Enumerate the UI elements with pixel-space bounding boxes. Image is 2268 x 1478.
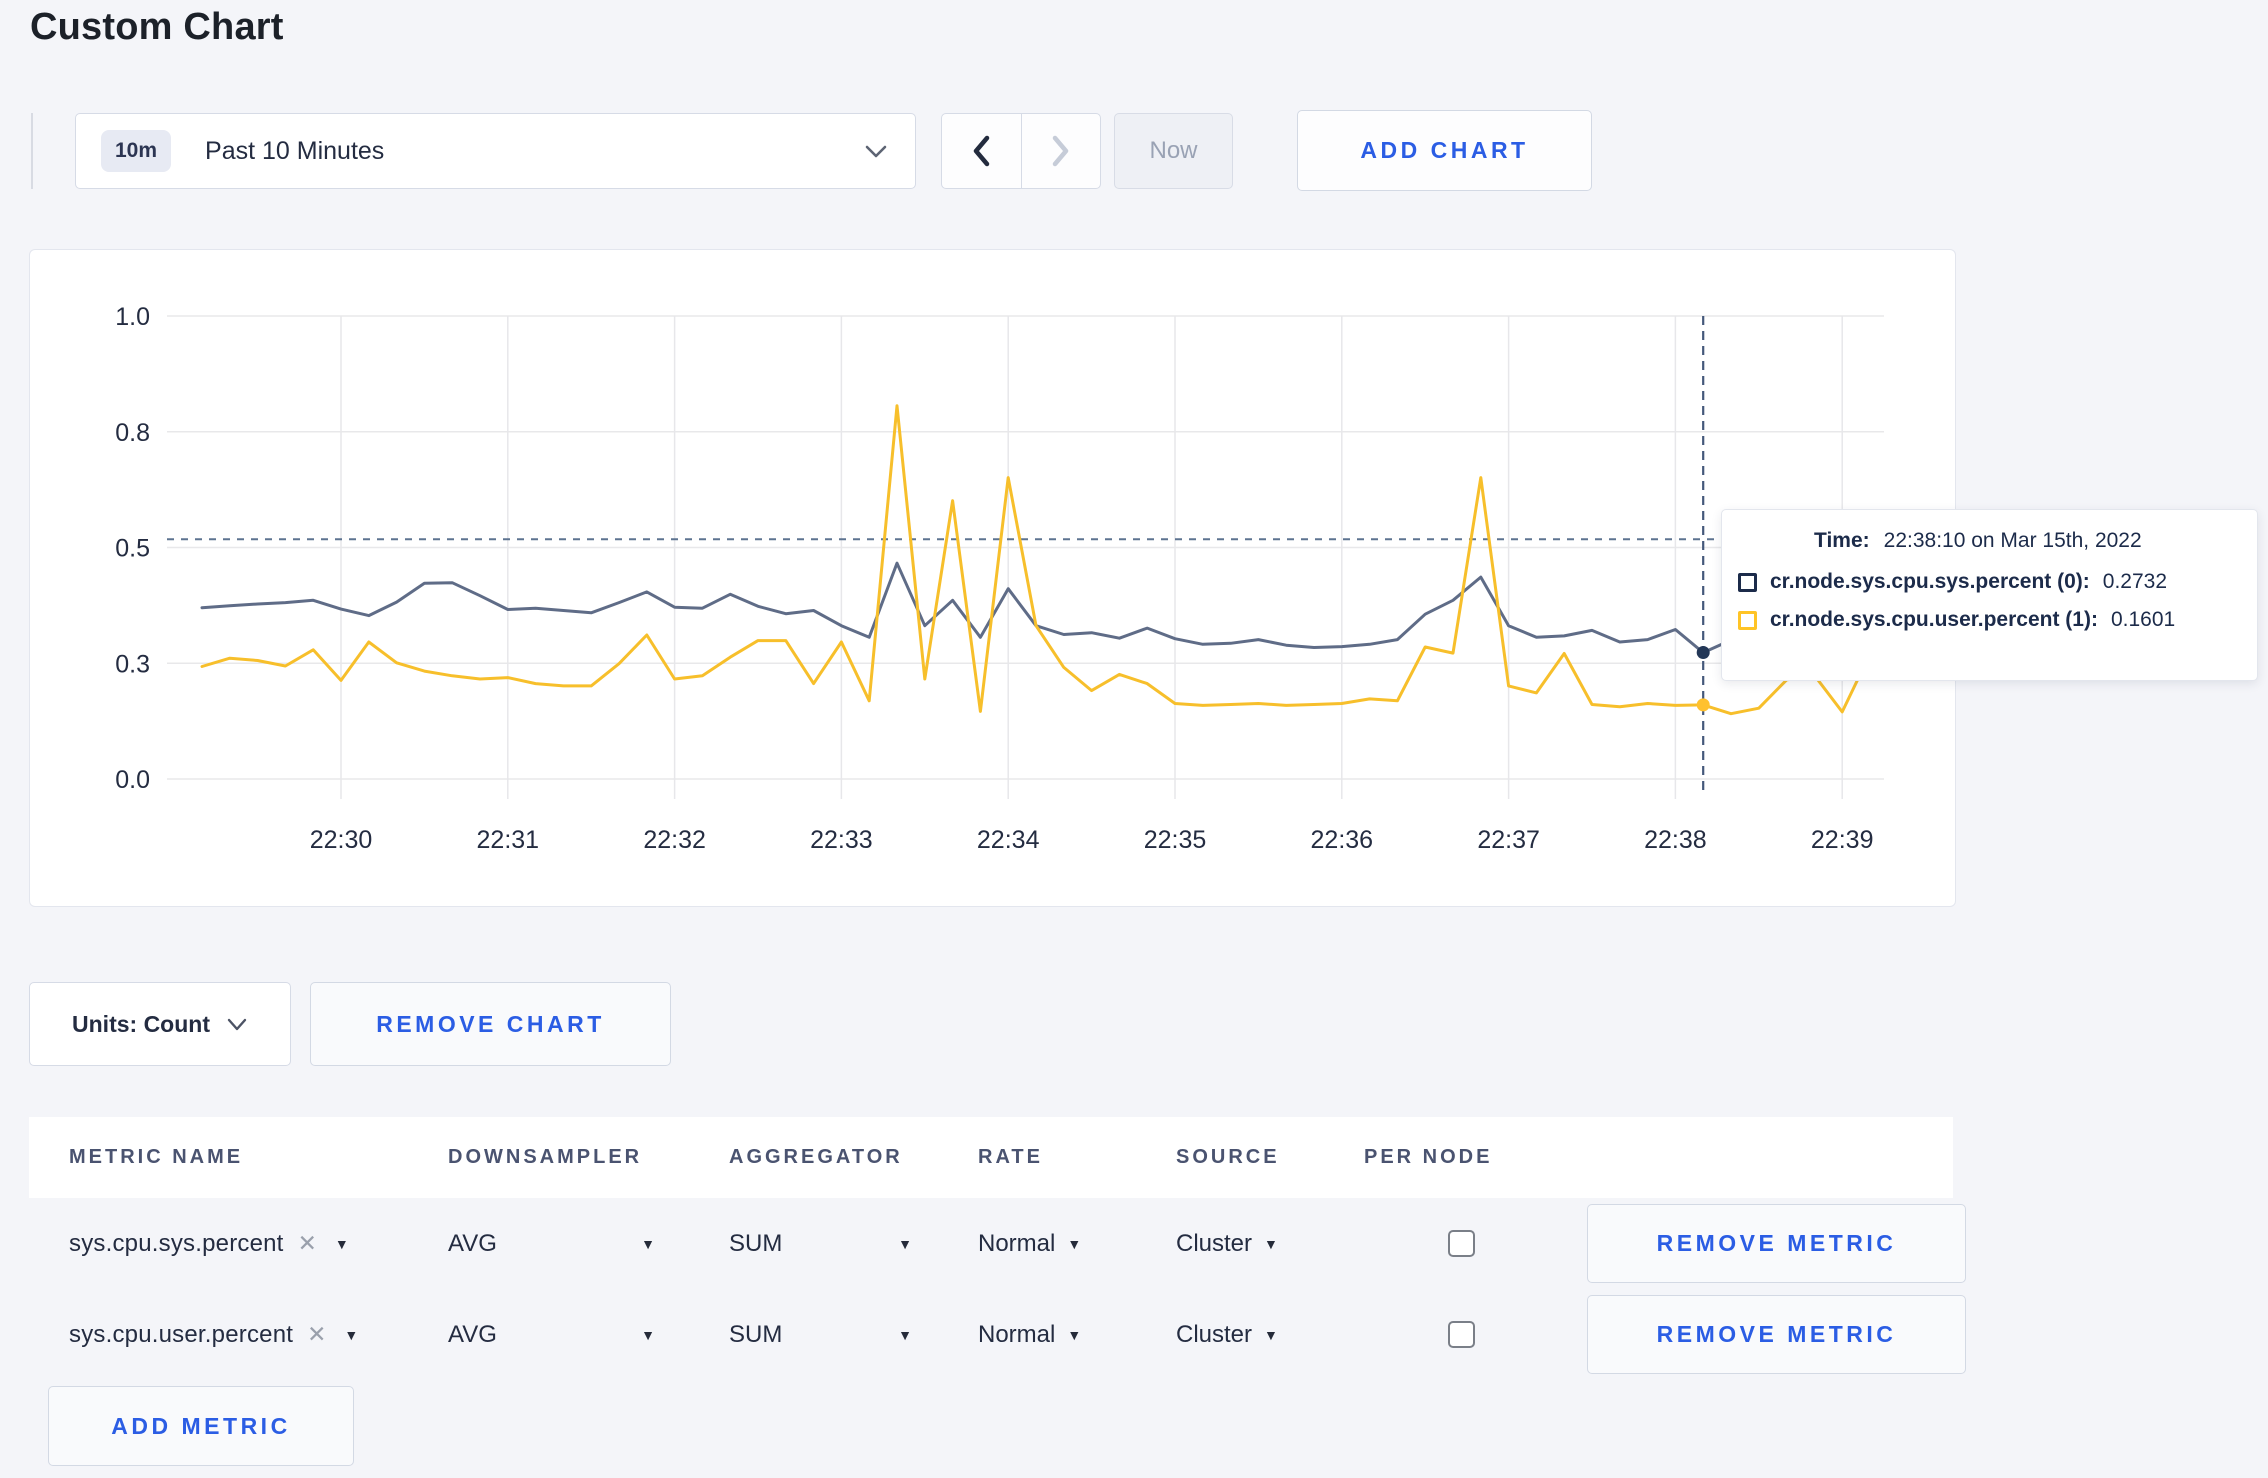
- column-header-per-node: PER NODE: [1364, 1146, 1493, 1168]
- time-backward-button[interactable]: [942, 114, 1021, 188]
- caret-down-icon: ▼: [344, 1326, 359, 1343]
- rate-value: Normal: [978, 1229, 1056, 1257]
- series-swatch-sys: [1738, 572, 1757, 592]
- tooltip-series-row: cr.node.sys.cpu.user.percent (1): 0.1601: [1738, 608, 2237, 632]
- toolbar-divider: [31, 113, 33, 189]
- x-axis-tick: 22:31: [477, 826, 540, 854]
- series-line-user: [200, 404, 1872, 716]
- units-selector[interactable]: Units: Count: [29, 982, 291, 1066]
- aggregator-select[interactable]: SUM ▼: [729, 1321, 912, 1349]
- x-axis-tick: 22:34: [977, 826, 1040, 854]
- metrics-table-header: METRIC NAME DOWNSAMPLER AGGREGATOR RATE …: [29, 1117, 1953, 1198]
- metrics-table: METRIC NAME DOWNSAMPLER AGGREGATOR RATE …: [29, 1117, 1966, 1466]
- remove-metric-button[interactable]: REMOVE METRIC: [1587, 1295, 1966, 1374]
- column-header-source: SOURCE: [1176, 1146, 1280, 1168]
- units-label: Units: Count: [72, 1010, 210, 1037]
- tooltip-time-row: Time: 22:38:10 on Mar 15th, 2022: [1738, 529, 2237, 553]
- tooltip-time-label: Time:: [1814, 529, 1870, 552]
- series-swatch-user: [1738, 610, 1757, 630]
- time-range-badge: 10m: [101, 130, 172, 172]
- source-value: Cluster: [1176, 1320, 1253, 1348]
- source-select[interactable]: Cluster ▼: [1176, 1321, 1364, 1349]
- tooltip-series-value: 0.2732: [2102, 570, 2168, 593]
- y-axis-tick: 0.8: [115, 419, 150, 447]
- y-axis-tick: 0.5: [115, 535, 150, 563]
- downsampler-select[interactable]: AVG ▼: [448, 1230, 655, 1258]
- x-axis-tick: 22:37: [1477, 826, 1540, 854]
- hover-marker: [1696, 698, 1710, 712]
- caret-down-icon: ▼: [1264, 1235, 1278, 1252]
- rate-select[interactable]: Normal ▼: [978, 1321, 1176, 1349]
- caret-down-icon: ▼: [1067, 1235, 1082, 1252]
- caret-down-icon: ▼: [898, 1326, 912, 1343]
- time-window-arrows: [941, 113, 1101, 189]
- chevron-down-icon: [865, 145, 887, 158]
- caret-down-icon: ▼: [898, 1235, 912, 1252]
- tooltip-series-name: cr.node.sys.cpu.user.percent (1):: [1770, 608, 2098, 631]
- close-icon[interactable]: ✕: [298, 1230, 317, 1257]
- source-value: Cluster: [1176, 1229, 1253, 1257]
- tooltip-series-name: cr.node.sys.cpu.sys.percent (0):: [1770, 570, 2090, 593]
- per-node-checkbox[interactable]: [1447, 1230, 1475, 1257]
- x-axis-tick: 22:38: [1644, 826, 1707, 854]
- caret-down-icon: ▼: [641, 1235, 655, 1252]
- toolbar: 10m Past 10 Minutes Now ADD CHART: [29, 110, 2239, 191]
- chart-tooltip: Time: 22:38:10 on Mar 15th, 2022 cr.node.…: [1721, 509, 2258, 681]
- aggregator-value: SUM: [729, 1229, 783, 1257]
- add-chart-button[interactable]: ADD CHART: [1297, 110, 1592, 191]
- downsampler-select[interactable]: AVG ▼: [448, 1321, 655, 1349]
- x-axis-tick: 22:32: [643, 826, 706, 854]
- downsampler-value: AVG: [448, 1320, 497, 1348]
- tooltip-series-row: cr.node.sys.cpu.sys.percent (0): 0.2732: [1738, 570, 2237, 594]
- close-icon[interactable]: ✕: [307, 1321, 326, 1348]
- x-axis-tick: 22:33: [810, 826, 873, 854]
- metric-name-value: sys.cpu.user.percent: [69, 1320, 294, 1348]
- add-metric-button[interactable]: ADD METRIC: [48, 1386, 354, 1466]
- rate-select[interactable]: Normal ▼: [978, 1230, 1176, 1258]
- tooltip-series-value: 0.1601: [2110, 608, 2176, 631]
- now-button[interactable]: Now: [1114, 113, 1233, 189]
- time-range-label: Past 10 Minutes: [205, 136, 385, 165]
- x-axis-tick: 22:39: [1811, 826, 1874, 854]
- remove-metric-button[interactable]: REMOVE METRIC: [1587, 1204, 1966, 1283]
- chart-card: 0.0 0.3 0.5 0.8 1.0 22:30 22:31 22:32 22:33 22:34…: [29, 249, 1956, 907]
- column-header-metric-name: METRIC NAME: [69, 1146, 244, 1168]
- series-line-sys: [200, 561, 1872, 655]
- caret-down-icon: ▼: [641, 1326, 655, 1343]
- y-axis-tick: 0.3: [115, 650, 150, 678]
- chevron-right-icon: [1052, 135, 1068, 167]
- column-header-aggregator: AGGREGATOR: [729, 1146, 903, 1168]
- x-axis-tick: 22:30: [310, 826, 373, 854]
- column-header-downsampler: DOWNSAMPLER: [448, 1146, 643, 1168]
- rate-value: Normal: [978, 1320, 1056, 1348]
- aggregator-select[interactable]: SUM ▼: [729, 1230, 912, 1258]
- metric-name-select[interactable]: sys.cpu.user.percent ✕ ▼: [69, 1321, 448, 1349]
- aggregator-value: SUM: [729, 1320, 783, 1348]
- chart-controls: Units: Count REMOVE CHART: [29, 982, 1029, 1066]
- hover-marker: [1696, 646, 1710, 659]
- caret-down-icon: ▼: [1067, 1326, 1082, 1343]
- y-axis-tick: 1.0: [115, 303, 150, 331]
- y-axis-tick: 0.0: [115, 766, 150, 794]
- metric-name-value: sys.cpu.sys.percent: [69, 1229, 284, 1257]
- per-node-checkbox[interactable]: [1447, 1321, 1475, 1348]
- metric-name-select[interactable]: sys.cpu.sys.percent ✕ ▼: [69, 1230, 448, 1258]
- chevron-down-icon: [227, 1018, 247, 1030]
- downsampler-value: AVG: [448, 1229, 497, 1257]
- column-header-rate: RATE: [978, 1146, 1043, 1168]
- x-axis-tick: 22:36: [1311, 826, 1374, 854]
- time-forward-button[interactable]: [1020, 114, 1101, 188]
- chevron-left-icon: [974, 135, 990, 167]
- metric-row: sys.cpu.sys.percent ✕ ▼ AVG ▼ SUM ▼ Norm…: [29, 1203, 1966, 1284]
- remove-chart-button[interactable]: REMOVE CHART: [310, 982, 671, 1066]
- caret-down-icon: ▼: [334, 1235, 349, 1252]
- page-title: Custom Chart: [30, 6, 284, 48]
- x-axis-tick: 22:35: [1144, 826, 1207, 854]
- source-select[interactable]: Cluster ▼: [1176, 1230, 1364, 1258]
- metric-row: sys.cpu.user.percent ✕ ▼ AVG ▼ SUM ▼ Nor…: [29, 1294, 1966, 1375]
- caret-down-icon: ▼: [1264, 1326, 1278, 1343]
- chart-canvas[interactable]: 0.0 0.3 0.5 0.8 1.0 22:30 22:31 22:32 22:33 22:34…: [30, 250, 1957, 908]
- tooltip-time-value: 22:38:10 on Mar 15th, 2022: [1883, 529, 2142, 552]
- time-range-selector[interactable]: 10m Past 10 Minutes: [75, 113, 916, 189]
